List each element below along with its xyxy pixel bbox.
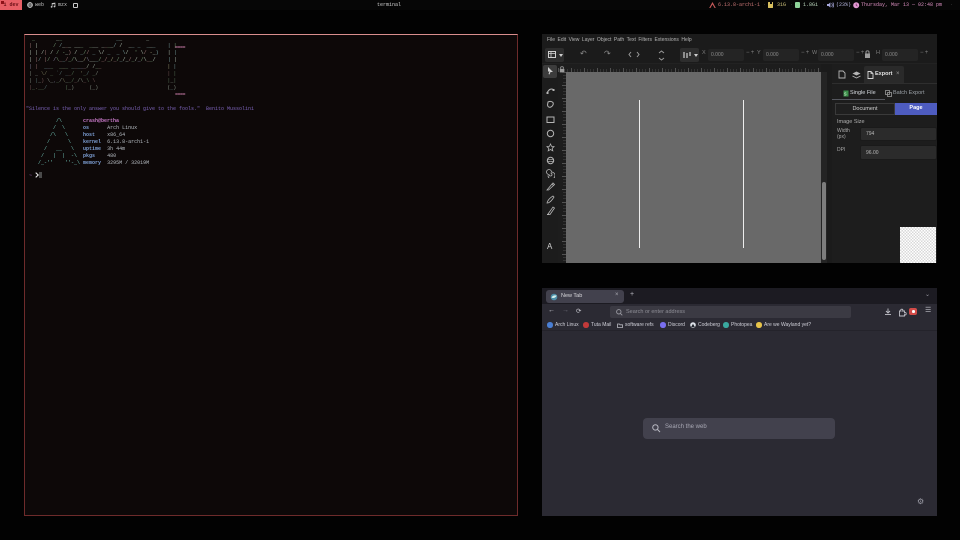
svg-text:A: A — [547, 242, 553, 250]
